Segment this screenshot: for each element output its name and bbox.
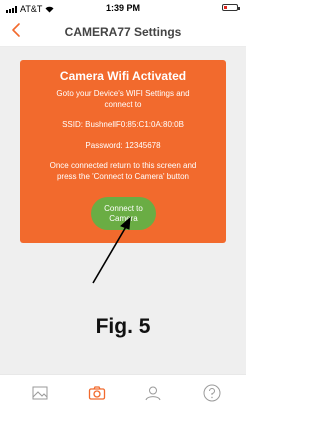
figure-label: Fig. 5 — [95, 315, 151, 338]
image-icon — [32, 386, 48, 400]
tab-gallery[interactable] — [30, 383, 50, 403]
user-icon — [145, 386, 161, 401]
tab-camera[interactable] — [87, 383, 107, 403]
tab-account[interactable] — [143, 383, 163, 403]
tab-help[interactable] — [202, 383, 222, 403]
annotation-arrow — [92, 216, 131, 284]
tab-bar — [0, 374, 246, 428]
camera-icon — [88, 386, 106, 400]
help-icon — [203, 384, 221, 402]
